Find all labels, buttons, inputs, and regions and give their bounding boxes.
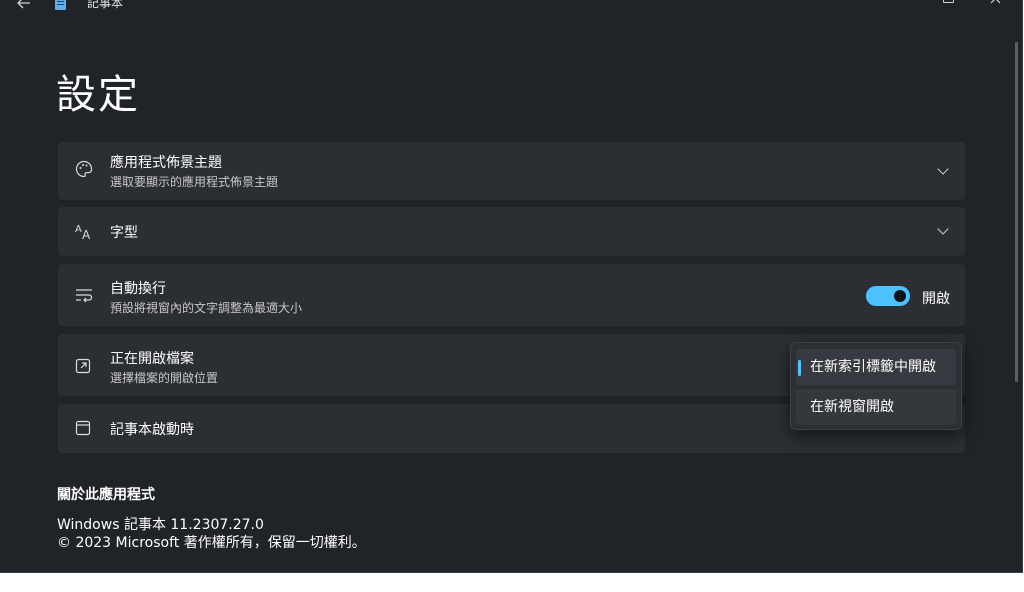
opening-files-subtitle: 選擇檔案的開啟位置	[110, 371, 219, 385]
word-wrap-toggle-label: 開啟	[922, 291, 950, 307]
notepad-app-icon	[55, 0, 66, 10]
scrollbar[interactable]	[1015, 42, 1018, 382]
title-bar: 記事本	[0, 0, 1022, 22]
font-title: 字型	[110, 225, 138, 241]
window-title: 記事本	[87, 0, 124, 10]
font-icon: A A	[75, 224, 91, 240]
palette-icon	[75, 160, 93, 178]
dropdown-option-new-window[interactable]: 在新視窗開啟	[796, 389, 956, 425]
page-title: 設定	[56, 72, 140, 118]
window-icon	[75, 420, 91, 436]
svg-text:A: A	[75, 224, 82, 235]
font-setting[interactable]: A A 字型	[58, 207, 965, 256]
notepad-window: 記事本 設定 應用程式佈景主題 選取要顯示的應用程式佈景主題 A A 字型 自動…	[0, 0, 1023, 573]
word-wrap-subtitle: 預設將視窗內的文字調整為最適大小	[110, 301, 303, 315]
back-arrow-icon	[17, 0, 30, 9]
word-wrap-setting: 自動換行 預設將視窗內的文字調整為最適大小 開啟	[58, 264, 965, 326]
about-copyright: © 2023 Microsoft 著作權所有，保留一切權利。	[57, 535, 366, 551]
chevron-down-icon[interactable]	[937, 223, 949, 235]
dropdown-option-new-tab[interactable]: 在新索引標籤中開啟	[796, 349, 956, 385]
word-wrap-icon	[76, 289, 93, 302]
toggle-knob	[894, 290, 906, 302]
app-theme-subtitle: 選取要顯示的應用程式佈景主題	[110, 175, 279, 189]
dropdown-option-label: 在新視窗開啟	[810, 399, 894, 415]
word-wrap-toggle[interactable]	[866, 286, 910, 306]
close-button[interactable]	[990, 0, 1001, 7]
back-button[interactable]	[14, 0, 34, 14]
startup-title: 記事本啟動時	[110, 422, 194, 438]
close-icon	[990, 0, 1001, 4]
opening-files-title: 正在開啟檔案	[110, 351, 194, 367]
app-theme-setting[interactable]: 應用程式佈景主題 選取要顯示的應用程式佈景主題	[58, 142, 965, 200]
open-in-new-icon	[75, 358, 91, 374]
about-version: Windows 記事本 11.2307.27.0	[57, 517, 264, 533]
about-heading: 關於此應用程式	[57, 487, 155, 503]
maximize-button[interactable]	[943, 0, 954, 3]
svg-text:A: A	[82, 228, 91, 240]
app-theme-title: 應用程式佈景主題	[110, 155, 222, 171]
chevron-down-icon[interactable]	[937, 163, 949, 175]
open-location-dropdown: 在新索引標籤中開啟 在新視窗開啟	[790, 342, 962, 430]
word-wrap-title: 自動換行	[110, 281, 166, 297]
dropdown-option-label: 在新索引標籤中開啟	[810, 359, 936, 375]
